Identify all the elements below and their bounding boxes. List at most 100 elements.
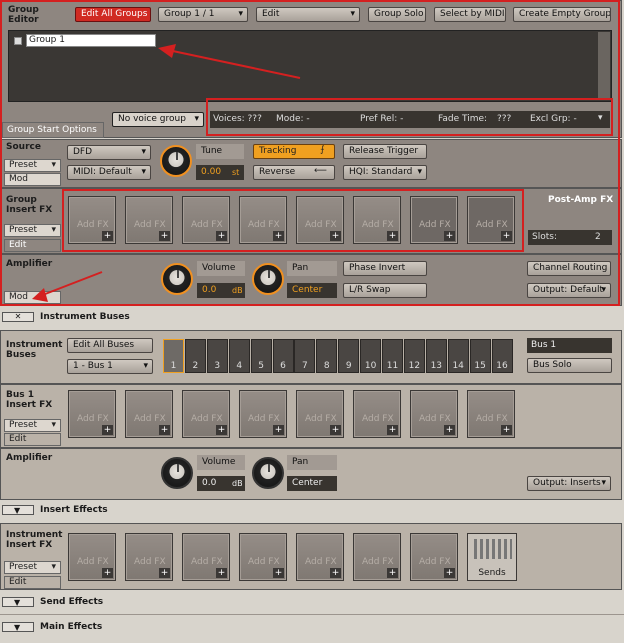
bus-select-button[interactable]: 8 xyxy=(316,339,338,373)
add-icon[interactable]: + xyxy=(501,425,512,435)
bus-number-label: 14 xyxy=(452,361,464,371)
bus-number-label: 10 xyxy=(364,361,377,371)
insert-effects-header-label: Insert Effects xyxy=(40,505,108,515)
bus-number-label: 3 xyxy=(214,361,221,371)
insert-fx-slot[interactable]: Add FX + xyxy=(296,533,344,581)
slot-label: Add FX xyxy=(77,557,109,567)
bus-amplifier-title: Amplifier xyxy=(6,453,53,463)
bus-select-button[interactable]: 4 xyxy=(228,339,250,373)
add-icon[interactable]: + xyxy=(387,425,398,435)
bus-fx-slot[interactable]: Add FX + xyxy=(467,390,515,438)
sends-slot[interactable]: Sends xyxy=(467,533,517,581)
bus-select-button[interactable]: 9 xyxy=(338,339,360,373)
add-icon[interactable]: + xyxy=(273,425,284,435)
expand-icon[interactable] xyxy=(2,504,34,517)
expand-icon[interactable] xyxy=(2,621,34,634)
slot-label: Add FX xyxy=(134,557,166,567)
insert-fx-slot[interactable]: Add FX + xyxy=(410,533,458,581)
bus-pan-value[interactable]: Center xyxy=(287,476,337,491)
bus-pan-knob[interactable] xyxy=(252,457,284,489)
instrument-buses-header-label: Instrument Buses xyxy=(40,312,130,322)
insert-effects-header: Insert Effects xyxy=(0,504,624,517)
bus-select-button[interactable]: 14 xyxy=(447,339,469,373)
bus-fx-slot[interactable]: Add FX + xyxy=(353,390,401,438)
slot-label: Add FX xyxy=(77,414,109,424)
add-icon[interactable]: + xyxy=(330,425,341,435)
bus-number-label: 12 xyxy=(408,361,421,371)
send-effects-header: Send Effects xyxy=(0,596,624,609)
bus-fx-edit-tab[interactable]: Edit xyxy=(4,433,61,446)
add-icon[interactable]: + xyxy=(444,425,455,435)
slot-label: Add FX xyxy=(134,414,166,424)
bus-fx-preset-button[interactable]: Preset xyxy=(4,419,61,432)
add-icon[interactable]: + xyxy=(102,425,113,435)
insert-fx-edit-tab[interactable]: Edit xyxy=(4,576,61,589)
insert-fx-slot[interactable]: Add FX + xyxy=(239,533,287,581)
bus-volume-unit: dB xyxy=(232,479,243,488)
bus-volume-knob[interactable] xyxy=(161,457,193,489)
bus-select-button[interactable]: 1 xyxy=(163,339,184,373)
bus-volume-label: Volume xyxy=(197,455,245,470)
bus-number-label: 7 xyxy=(302,361,308,371)
slot-label: Add FX xyxy=(248,557,280,567)
bus-number-label: 15 xyxy=(474,361,486,371)
instrument-insert-fx-title: Instrument Insert FX xyxy=(6,530,63,550)
bus-number-label: 1 xyxy=(170,361,177,371)
bus-select-button[interactable]: 10 xyxy=(360,339,382,373)
bus-pan-label: Pan xyxy=(287,455,337,470)
collapse-icon[interactable]: ✕ xyxy=(2,312,34,322)
bus-select-button[interactable]: 16 xyxy=(491,339,513,373)
insert-fx-slot[interactable]: Add FX + xyxy=(182,533,230,581)
insert-fx-slot[interactable]: Add FX + xyxy=(353,533,401,581)
slot-label: Add FX xyxy=(305,414,337,424)
send-effects-header-label: Send Effects xyxy=(40,597,104,607)
bus-number-label: 16 xyxy=(496,361,508,371)
bus-fx-slot[interactable]: Add FX + xyxy=(410,390,458,438)
bus-solo-button[interactable]: Bus Solo xyxy=(527,358,612,373)
bus-number-label: 4 xyxy=(236,361,243,371)
bus-fx-slot[interactable]: Add FX + xyxy=(239,390,287,438)
bus-output-dropdown[interactable]: Output: Inserts xyxy=(527,476,611,491)
bus-select-dropdown[interactable]: 1 - Bus 1 xyxy=(67,359,153,374)
insert-fx-preset-button[interactable]: Preset xyxy=(4,561,61,574)
add-icon[interactable]: + xyxy=(330,568,341,578)
edit-all-buses-button[interactable]: Edit All Buses xyxy=(67,338,153,353)
add-icon[interactable]: + xyxy=(159,425,170,435)
bus-select-button[interactable]: 11 xyxy=(382,339,403,373)
add-icon[interactable]: + xyxy=(216,568,227,578)
bus-number-label: 6 xyxy=(280,361,286,371)
bus-fx-slot[interactable]: Add FX + xyxy=(182,390,230,438)
bus-select-button[interactable]: 5 xyxy=(250,339,272,373)
add-icon[interactable]: + xyxy=(387,568,398,578)
slot-label: Add FX xyxy=(419,414,451,424)
add-icon[interactable]: + xyxy=(273,568,284,578)
bus-name-field[interactable]: Bus 1 xyxy=(527,338,612,353)
instrument-buses-header: ✕ Instrument Buses xyxy=(0,311,624,324)
bus-fx-slot[interactable]: Add FX + xyxy=(68,390,116,438)
arrow-line-2 xyxy=(39,271,103,297)
slot-label: Add FX xyxy=(305,557,337,567)
arrow-head-1 xyxy=(158,44,176,58)
bus-select-button[interactable]: 15 xyxy=(469,339,491,373)
bus-fx-slot[interactable]: Add FX + xyxy=(296,390,344,438)
bus-fx-slot[interactable]: Add FX + xyxy=(125,390,173,438)
bus-number-label: 11 xyxy=(386,361,399,371)
insert-fx-slot[interactable]: Add FX + xyxy=(125,533,173,581)
add-icon[interactable]: + xyxy=(444,568,455,578)
bus-select-button[interactable]: 2 xyxy=(184,339,206,373)
add-icon[interactable]: + xyxy=(159,568,170,578)
slot-label: Add FX xyxy=(191,557,223,567)
expand-icon[interactable] xyxy=(2,596,34,609)
insert-fx-slot[interactable]: Add FX + xyxy=(68,533,116,581)
bus-select-button[interactable]: 12 xyxy=(403,339,425,373)
add-icon[interactable]: + xyxy=(216,425,227,435)
bus-select-button[interactable]: 13 xyxy=(425,339,447,373)
bus-number-label: 8 xyxy=(323,361,330,371)
bus-select-button[interactable]: 6 xyxy=(272,339,294,373)
main-effects-header-label: Main Effects xyxy=(40,622,103,632)
bus-select-button[interactable]: 3 xyxy=(206,339,228,373)
bus-number-label: 9 xyxy=(345,361,352,371)
slot-label: Add FX xyxy=(476,414,508,424)
bus-select-button[interactable]: 7 xyxy=(294,339,316,373)
add-icon[interactable]: + xyxy=(102,568,113,578)
